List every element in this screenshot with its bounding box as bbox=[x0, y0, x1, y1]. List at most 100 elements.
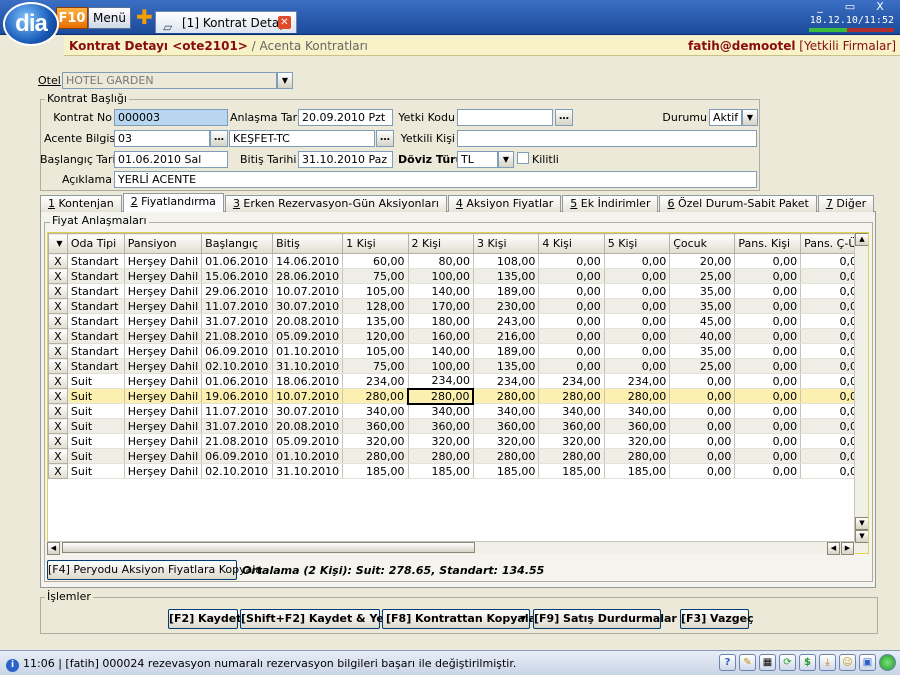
table-cell[interactable]: 35,00 bbox=[669, 283, 736, 299]
delete-row-button[interactable]: X bbox=[48, 253, 68, 269]
horizontal-scroll-thumb[interactable] bbox=[62, 542, 475, 553]
table-cell[interactable]: 20.08.2010 bbox=[272, 313, 344, 329]
table-cell[interactable]: 0,00 bbox=[604, 268, 671, 284]
help-icon[interactable]: ? bbox=[719, 654, 736, 671]
tab-diger[interactable]: 7 Diğer bbox=[817, 195, 875, 212]
table-cell[interactable]: 10.07.2010 bbox=[272, 388, 344, 404]
table-cell[interactable]: 0,00 bbox=[734, 373, 802, 389]
table-cell[interactable]: 340,00 bbox=[342, 403, 409, 419]
table-cell[interactable]: 180,00 bbox=[408, 313, 474, 329]
table-cell[interactable]: 185,00 bbox=[342, 463, 409, 479]
table-cell[interactable]: 128,00 bbox=[342, 298, 409, 314]
table-cell[interactable]: 0,00 bbox=[538, 298, 605, 314]
bitis-tarihi-field[interactable]: 31.10.2010 Paz bbox=[298, 151, 393, 168]
table-row[interactable]: X Standart Herşey Dahil 01.06.2010 14.06.201… bbox=[48, 253, 868, 269]
refresh-icon[interactable]: ⟳ bbox=[779, 654, 796, 671]
smiley-icon[interactable]: ☺ bbox=[839, 654, 856, 671]
acente-kod-lookup-button[interactable]: … bbox=[210, 130, 228, 147]
acente-ad-lookup-button[interactable]: … bbox=[376, 130, 394, 147]
table-cell[interactable]: 0,00 bbox=[538, 283, 605, 299]
table-cell[interactable]: 0,00 bbox=[538, 313, 605, 329]
copy-period-button[interactable]: [F4] Peryodu Aksiyon Fiyatlara Kopyala bbox=[47, 560, 262, 580]
table-cell[interactable]: 18.06.2010 bbox=[272, 373, 344, 389]
table-cell[interactable]: 0,00 bbox=[669, 403, 736, 419]
otel-dropdown-icon[interactable]: ▼ bbox=[277, 72, 293, 89]
table-cell[interactable]: 360,00 bbox=[342, 418, 409, 434]
cancel-button[interactable]: [F3] Vazgeç bbox=[680, 609, 754, 629]
delete-row-button[interactable]: X bbox=[48, 358, 68, 374]
table-cell[interactable]: 243,00 bbox=[473, 313, 540, 329]
table-cell[interactable]: 60,00 bbox=[342, 253, 409, 269]
acente-kod-field[interactable]: 03 bbox=[114, 130, 210, 147]
table-cell[interactable]: 0,00 bbox=[538, 253, 605, 269]
anlasma-tarihi-field[interactable]: 20.09.2010 Pzt bbox=[298, 109, 393, 126]
table-cell[interactable]: 135,00 bbox=[473, 268, 540, 284]
table-cell[interactable]: 234,00 bbox=[604, 373, 671, 389]
table-cell[interactable]: 280,00 bbox=[342, 448, 409, 464]
table-cell[interactable]: 15.06.2010 bbox=[201, 268, 274, 284]
table-row[interactable]: X Suit Herşey Dahil 19.06.2010 10.07.2010 280… bbox=[48, 387, 868, 405]
aciklama-field[interactable]: YERLİ ACENTE bbox=[114, 171, 757, 188]
table-cell[interactable]: 25,00 bbox=[669, 268, 736, 284]
delete-row-button[interactable]: X bbox=[48, 373, 68, 389]
dollar-icon[interactable]: $ bbox=[799, 654, 816, 671]
table-cell[interactable]: Herşey Dahil bbox=[124, 298, 203, 314]
otel-select[interactable]: HOTEL GARDEN bbox=[62, 72, 277, 89]
delete-row-button[interactable]: X bbox=[48, 463, 68, 479]
delete-row-button[interactable]: X bbox=[48, 418, 68, 434]
table-cell[interactable]: Herşey Dahil bbox=[124, 253, 203, 269]
table-cell[interactable]: 0,00 bbox=[734, 418, 802, 434]
table-cell[interactable]: 31.07.2010 bbox=[201, 313, 274, 329]
delete-row-button[interactable]: X bbox=[48, 313, 68, 329]
horizontal-scrollbar[interactable]: ◀ ◀ ▶ bbox=[47, 541, 855, 555]
chevron-down-icon[interactable]: ▼ bbox=[520, 610, 526, 628]
table-cell[interactable]: 21.08.2010 bbox=[201, 433, 274, 449]
table-cell[interactable]: 0,00 bbox=[604, 298, 671, 314]
table-cell[interactable]: 170,00 bbox=[408, 298, 474, 314]
table-cell[interactable]: 100,00 bbox=[408, 268, 474, 284]
table-cell[interactable]: 0,00 bbox=[734, 328, 802, 344]
scroll-down-icon[interactable]: ▼ bbox=[855, 517, 868, 530]
table-cell[interactable]: 0,00 bbox=[734, 448, 802, 464]
tab-ek-indirimler[interactable]: 5 Ek İndirimler bbox=[562, 195, 659, 212]
table-cell[interactable]: 340,00 bbox=[473, 403, 540, 419]
table-cell[interactable]: 0,00 bbox=[669, 433, 736, 449]
table-cell[interactable]: 0,00 bbox=[538, 268, 605, 284]
column-header[interactable]: Bitiş bbox=[272, 233, 344, 254]
table-cell[interactable]: 360,00 bbox=[473, 418, 540, 434]
table-cell[interactable]: 320,00 bbox=[604, 433, 671, 449]
table-cell[interactable]: 75,00 bbox=[342, 358, 409, 374]
table-cell[interactable]: Herşey Dahil bbox=[124, 388, 203, 404]
table-cell[interactable]: 0,00 bbox=[734, 313, 802, 329]
column-header[interactable]: 1 Kişi bbox=[342, 233, 409, 254]
table-cell[interactable]: 185,00 bbox=[604, 463, 671, 479]
table-cell[interactable]: 05.09.2010 bbox=[272, 328, 344, 344]
table-cell[interactable]: 280,00 bbox=[407, 387, 475, 405]
table-cell[interactable]: 280,00 bbox=[604, 388, 671, 404]
tab-ozel-durum[interactable]: 6 Özel Durum-Sabit Paket bbox=[659, 195, 817, 212]
table-cell[interactable]: Standart bbox=[67, 313, 125, 329]
table-cell[interactable]: 0,00 bbox=[604, 313, 671, 329]
table-cell[interactable]: 160,00 bbox=[408, 328, 474, 344]
save-new-button[interactable]: [Shift+F2] Kaydet & Yeni bbox=[240, 609, 395, 629]
yetki-kodu-lookup-button[interactable]: … bbox=[555, 109, 573, 126]
table-row[interactable]: X Standart Herşey Dahil 21.08.2010 05.09.201… bbox=[48, 328, 868, 344]
tab-erken-rezervasyon[interactable]: 3 Erken Rezervasyon-Gün Aksiyonları bbox=[224, 195, 447, 212]
column-header[interactable]: Çocuk bbox=[669, 233, 736, 254]
table-cell[interactable]: 01.10.2010 bbox=[272, 448, 344, 464]
table-cell[interactable]: 120,00 bbox=[342, 328, 409, 344]
column-header[interactable]: 3 Kişi bbox=[472, 233, 540, 254]
table-cell[interactable]: Standart bbox=[67, 298, 125, 314]
table-cell[interactable]: 0,00 bbox=[734, 388, 802, 404]
table-cell[interactable]: 31.10.2010 bbox=[272, 358, 344, 374]
table-cell[interactable]: Herşey Dahil bbox=[124, 463, 203, 479]
table-cell[interactable]: Standart bbox=[67, 253, 125, 269]
table-cell[interactable]: 10.07.2010 bbox=[272, 283, 344, 299]
table-cell[interactable]: Standart bbox=[67, 268, 125, 284]
table-cell[interactable]: 02.10.2010 bbox=[201, 358, 274, 374]
tab-kontenjan[interactable]: 1 Kontenjan bbox=[40, 195, 122, 212]
column-menu-icon[interactable]: ▼ bbox=[48, 233, 68, 254]
table-row[interactable]: X Standart Herşey Dahil 31.07.2010 20.08.201… bbox=[48, 313, 868, 329]
table-cell[interactable]: 0,00 bbox=[734, 463, 802, 479]
table-cell[interactable]: Herşey Dahil bbox=[124, 433, 203, 449]
